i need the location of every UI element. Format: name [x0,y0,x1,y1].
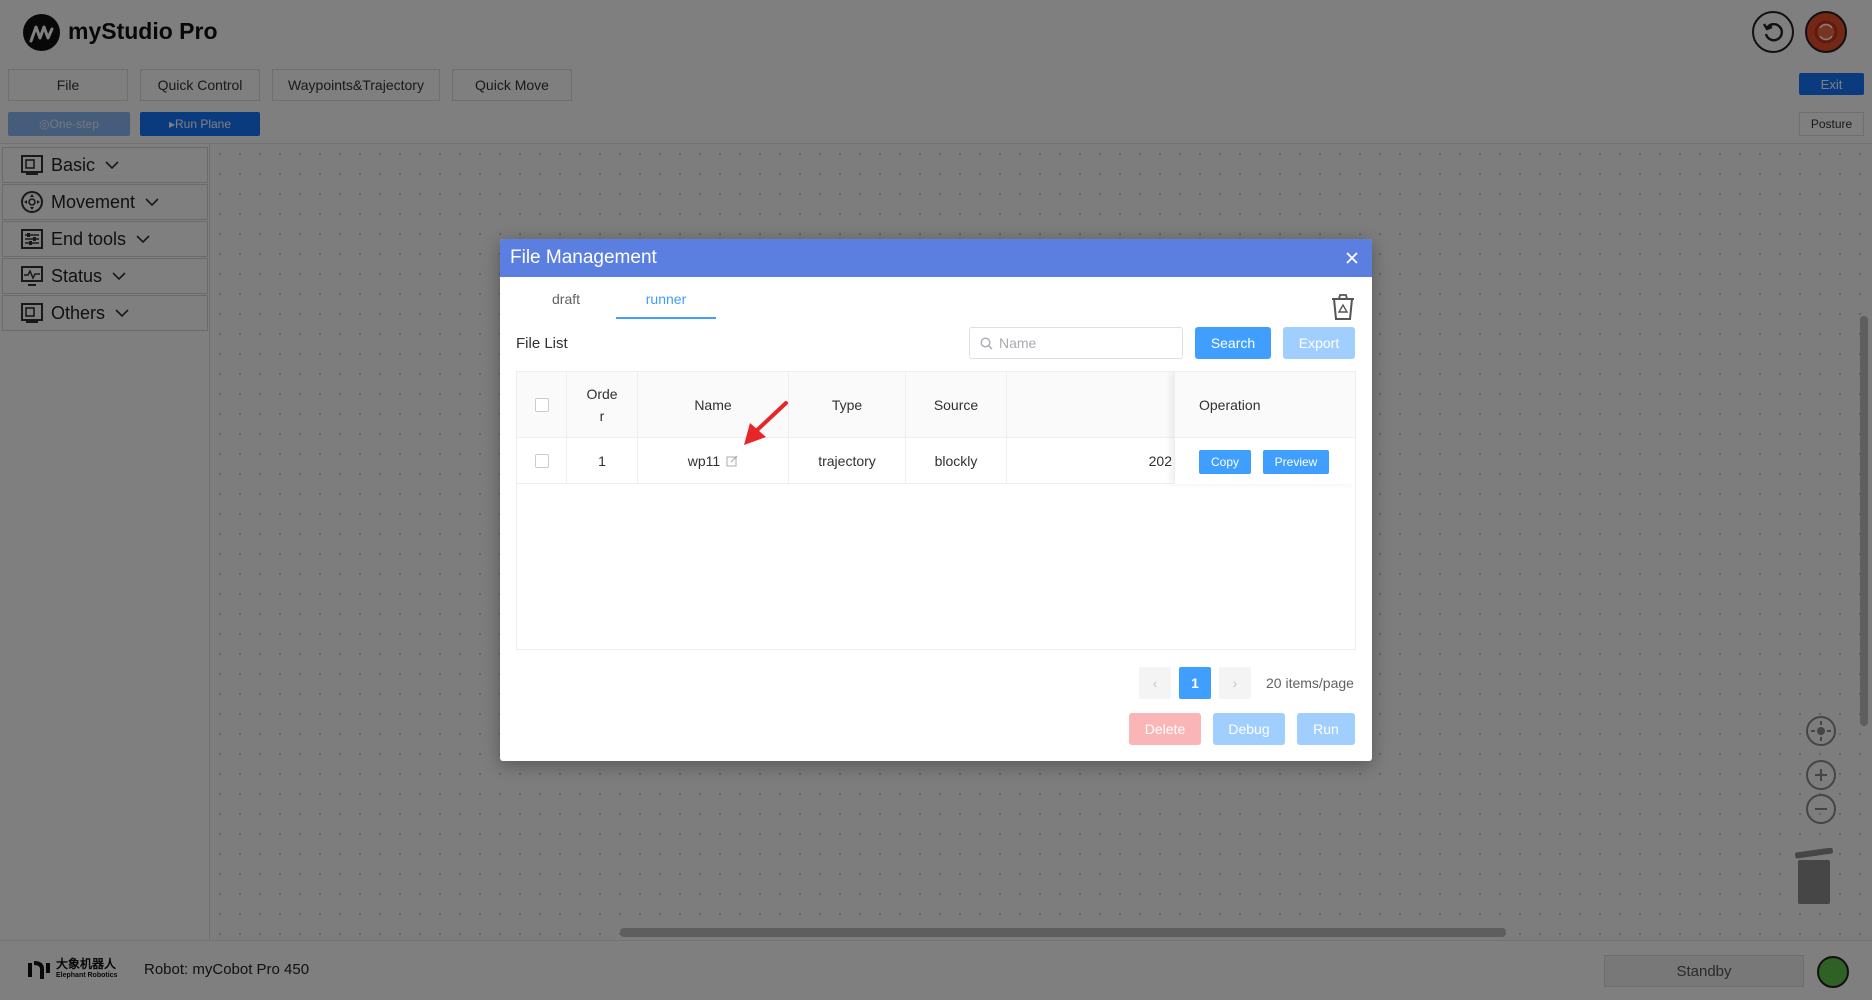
column-header-operation: Operation [1175,372,1355,438]
row-date: 202 [1007,438,1177,484]
search-button[interactable]: Search [1195,327,1271,359]
order-header-line1: Orde [586,386,618,402]
preview-button[interactable]: Preview [1263,450,1329,474]
select-all-cell [517,372,567,438]
search-input[interactable] [999,335,1169,351]
order-header-line2: r [599,408,605,424]
row-checkbox[interactable] [534,454,549,468]
row-order: 1 [567,438,638,484]
dialog-header: File Management [500,239,1372,277]
edit-icon[interactable] [726,455,738,467]
close-icon [1346,252,1358,264]
column-header-source: Source [906,372,1007,438]
row-select-cell [517,438,567,484]
file-management-dialog: File Management draft runner File List S… [500,239,1372,761]
search-icon [980,336,993,349]
debug-button[interactable]: Debug [1213,713,1285,745]
tab-runner[interactable]: runner [616,291,716,319]
pagination-page-1[interactable]: 1 [1179,667,1211,699]
file-list-title: File List [516,335,568,352]
pagination-next-button[interactable]: › [1219,667,1251,699]
select-all-checkbox[interactable] [534,398,549,412]
annotation-arrow-icon [744,401,788,445]
run-button[interactable]: Run [1297,713,1355,745]
close-button[interactable] [1342,248,1362,268]
export-button[interactable]: Export [1283,327,1355,359]
copy-button[interactable]: Copy [1199,450,1251,474]
delete-button[interactable]: Delete [1129,713,1201,745]
column-header-date [1007,372,1177,438]
row-name: wp11 [687,453,721,469]
operation-column: Operation Copy Preview [1174,372,1355,484]
tab-draft[interactable]: draft [552,291,580,315]
pagination-prev-button[interactable]: ‹ [1139,667,1171,699]
search-field[interactable] [969,327,1183,359]
recycle-bin-button[interactable] [1330,293,1356,321]
page-size-label: 20 items/page [1266,675,1354,691]
file-table: Orde r Name Type Source 1 wp11 trajector… [516,371,1356,650]
column-header-order: Orde r [567,372,638,438]
recycle-bin-icon [1332,294,1354,320]
row-source: blockly [906,438,1007,484]
dialog-title: File Management [510,247,657,268]
